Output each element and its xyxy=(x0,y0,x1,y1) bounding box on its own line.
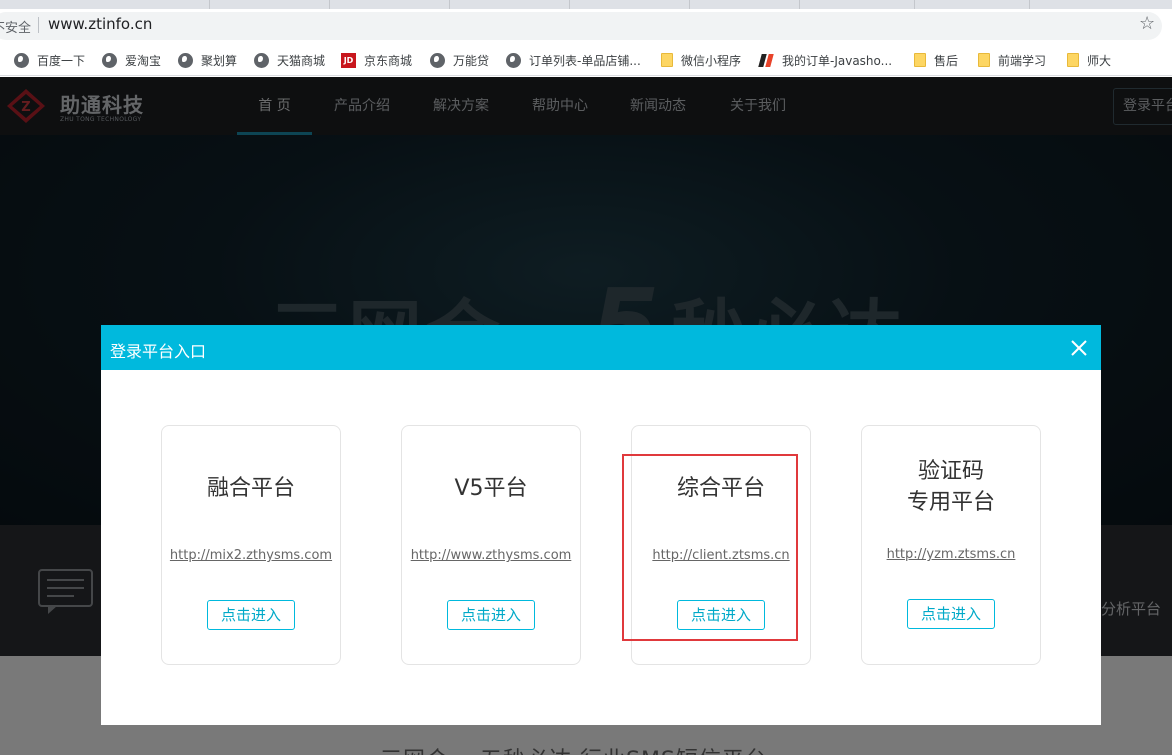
card-link[interactable]: http://yzm.ztsms.cn xyxy=(862,547,1040,562)
folder-icon xyxy=(661,53,673,67)
enter-button[interactable]: 点击进入 xyxy=(447,600,535,630)
modal-header: 登录平台入口 xyxy=(101,325,1101,370)
browser-tab[interactable] xyxy=(450,0,570,9)
platform-card-v5: V5平台 http://www.zthysms.com 点击进入 xyxy=(401,425,581,665)
address-bar: 不安全 www.ztinfo.cn ☆ xyxy=(0,9,1172,43)
globe-icon xyxy=(14,52,29,68)
vs-icon xyxy=(759,52,774,68)
card-link[interactable]: http://mix2.zthysms.com xyxy=(162,548,340,563)
card-title: V5平台 xyxy=(454,476,528,501)
platform-card-verification: 验证码 专用平台 http://yzm.ztsms.cn 点击进入 xyxy=(861,425,1041,665)
browser-tab-strip xyxy=(0,0,1172,9)
close-icon[interactable] xyxy=(1067,336,1091,360)
login-entry-modal: 登录平台入口 融合平台 http://mix2.zthysms.com 点击进入… xyxy=(101,325,1101,725)
card-title-line2: 专用平台 xyxy=(906,490,995,515)
bookmark-item[interactable]: 天猫商城 xyxy=(254,51,325,69)
browser-tab[interactable] xyxy=(800,0,915,9)
enter-button[interactable]: 点击进入 xyxy=(207,600,295,630)
bookmark-label: 我的订单-Javasho... xyxy=(782,53,893,68)
bookmark-star-icon[interactable]: ☆ xyxy=(1139,13,1155,34)
jd-icon: JD xyxy=(341,52,356,68)
bookmark-item[interactable]: 售后 xyxy=(914,51,958,69)
bookmark-label: 师大 xyxy=(1087,53,1112,68)
bookmark-item[interactable]: 微信小程序 xyxy=(661,51,741,69)
bookmarks-bar: 百度一下 爱淘宝 聚划算 天猫商城 JD 京东商城 万能贷 订单列表-单品店铺... 微信小程序… xyxy=(0,43,1172,76)
platform-card-fusion: 融合平台 http://mix2.zthysms.com 点击进入 xyxy=(161,425,341,665)
browser-tab[interactable] xyxy=(0,0,210,9)
folder-icon xyxy=(978,53,990,67)
bookmark-item[interactable]: 百度一下 xyxy=(14,51,85,69)
bookmark-item[interactable]: 订单列表-单品店铺... xyxy=(506,51,641,69)
modal-title: 登录平台入口 xyxy=(110,342,207,361)
bookmark-label: 订单列表-单品店铺... xyxy=(529,53,641,68)
bookmark-item[interactable]: 师大 xyxy=(1067,51,1111,69)
bookmark-label: 京东商城 xyxy=(364,53,413,68)
bookmark-label: 爱淘宝 xyxy=(125,53,162,68)
bookmark-label: 售后 xyxy=(934,53,959,68)
omnibox[interactable] xyxy=(0,12,1162,40)
enter-button[interactable]: 点击进入 xyxy=(907,599,995,629)
bookmark-label: 微信小程序 xyxy=(681,53,742,68)
globe-icon xyxy=(178,52,193,68)
bookmark-item[interactable]: 万能贷 xyxy=(430,51,489,69)
globe-icon xyxy=(506,52,521,68)
bookmark-item[interactable]: 爱淘宝 xyxy=(102,51,161,69)
security-label[interactable]: 不安全 xyxy=(0,17,31,36)
browser-tab[interactable] xyxy=(915,0,1030,9)
bookmark-label: 天猫商城 xyxy=(277,53,326,68)
omnibox-separator xyxy=(38,17,39,33)
browser-tab[interactable] xyxy=(210,0,330,9)
highlight-box xyxy=(622,454,798,641)
folder-icon xyxy=(914,53,926,67)
bookmark-item[interactable]: 我的订单-Javasho... xyxy=(759,51,892,69)
browser-tab[interactable] xyxy=(690,0,800,9)
folder-icon xyxy=(1067,53,1079,67)
globe-icon xyxy=(430,52,445,68)
bookmark-label: 万能贷 xyxy=(453,53,490,68)
bookmark-item[interactable]: 前端学习 xyxy=(978,51,1046,69)
card-title-line1: 验证码 xyxy=(917,459,984,484)
bookmark-label: 百度一下 xyxy=(37,53,86,68)
browser-tab[interactable] xyxy=(330,0,450,9)
bookmark-label: 前端学习 xyxy=(998,53,1047,68)
card-title: 融合平台 xyxy=(206,476,295,501)
bookmark-item[interactable]: 聚划算 xyxy=(178,51,237,69)
bookmark-label: 聚划算 xyxy=(201,53,238,68)
browser-tab[interactable] xyxy=(570,0,690,9)
globe-icon xyxy=(102,52,117,68)
bookmark-item[interactable]: JD 京东商城 xyxy=(341,51,412,69)
url-text[interactable]: www.ztinfo.cn xyxy=(48,15,152,33)
globe-icon xyxy=(254,52,269,68)
card-link[interactable]: http://www.zthysms.com xyxy=(402,548,580,563)
